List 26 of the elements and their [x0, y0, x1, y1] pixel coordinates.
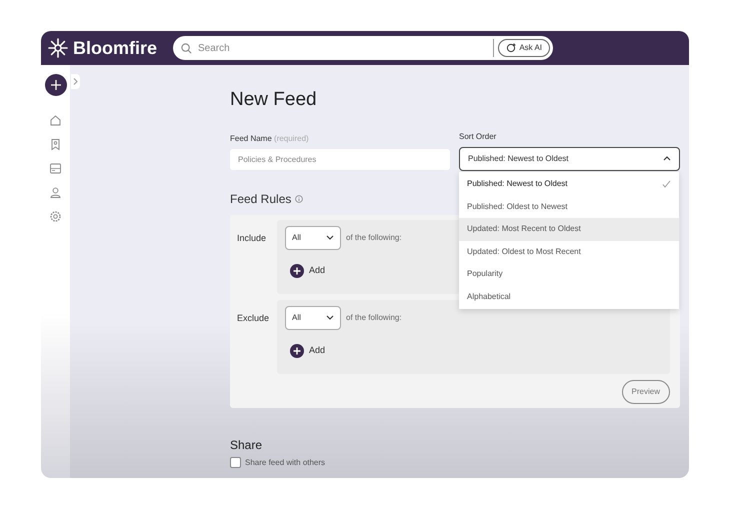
add-button[interactable]: Add: [290, 344, 326, 358]
section-title: Share: [230, 436, 264, 454]
menu-option[interactable]: Updated: Most Recent to Oldest: [459, 218, 679, 241]
section-title: Feed Rules: [230, 190, 292, 208]
add-button[interactable]: Add: [290, 264, 326, 278]
menu-option[interactable]: Popularity: [459, 263, 679, 286]
menu-option[interactable]: Alphabetical: [459, 286, 679, 308]
menu-option[interactable]: Published: Newest to Oldest: [459, 172, 679, 196]
feed-name-field[interactable]: Policies & Procedures: [230, 148, 450, 170]
match-select[interactable]: All: [285, 226, 341, 250]
ask-ai-button[interactable]: Ask AI: [498, 39, 550, 57]
checkbox-label: Share feed with others: [245, 456, 326, 469]
search-field[interactable]: Search Ask AI: [173, 36, 554, 60]
preview-button[interactable]: Preview: [622, 380, 670, 404]
rule-label: Exclude: [237, 312, 270, 325]
field-label: Sort Order: [459, 130, 498, 143]
rule-label: Include: [237, 232, 268, 245]
menu-option[interactable]: Published: Oldest to Newest: [459, 195, 679, 218]
logo-text: Bloomfire: [73, 39, 158, 57]
match-select[interactable]: All: [285, 306, 341, 330]
rule-text: of the following:: [346, 312, 402, 324]
page-title: New Feed: [230, 89, 318, 112]
rule-text: of the following:: [346, 232, 402, 244]
sort-order-select[interactable]: Published: Newest to Oldest: [459, 146, 680, 171]
field-label: Feed Name (required): [230, 132, 310, 145]
menu-option[interactable]: Updated: Oldest to Most Recent: [459, 240, 679, 264]
